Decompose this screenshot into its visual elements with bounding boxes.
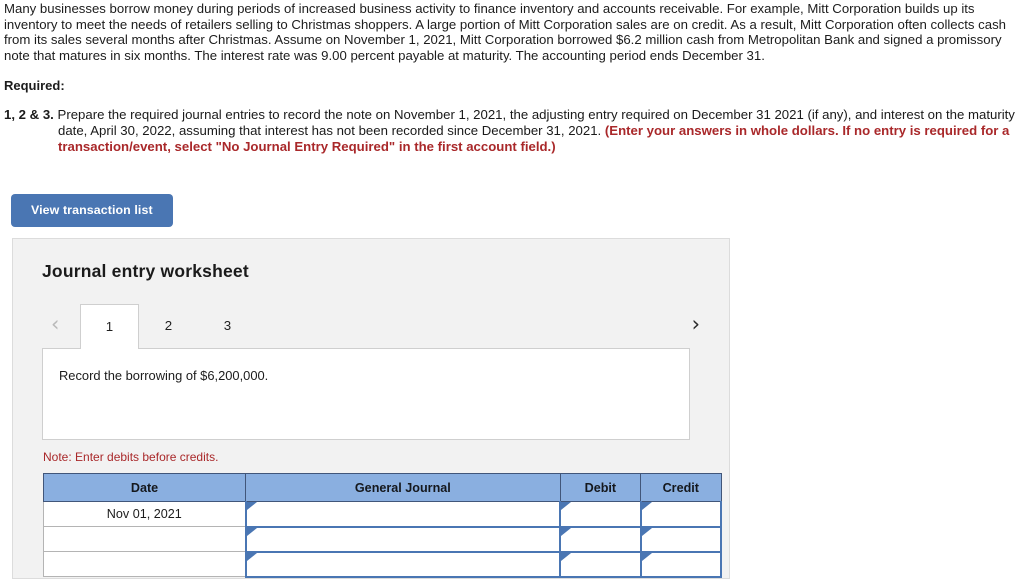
credit-input[interactable] (639, 551, 723, 578)
problem-narrative: Many businesses borrow money during peri… (4, 1, 1007, 63)
column-header-general-journal: General Journal (245, 473, 561, 502)
table-row (42, 526, 723, 553)
credit-input[interactable] (639, 526, 723, 553)
date-cell (42, 526, 247, 552)
chevron-left-icon[interactable]: ‹ (51, 314, 59, 335)
column-header-debit: Debit (559, 473, 642, 502)
view-transaction-list-button[interactable]: View transaction list (11, 193, 173, 227)
debit-input[interactable] (559, 526, 642, 553)
toolbar: View transaction list (0, 193, 1024, 227)
chevron-right-icon[interactable]: › (692, 314, 700, 335)
instruction-box: Record the borrowing of $6,200,000. (42, 348, 690, 440)
tab-entry-2[interactable]: 2 (139, 304, 198, 348)
required-label: Required: (4, 78, 65, 94)
worksheet-tab-strip: ‹ 1 2 3 › (13, 304, 729, 349)
general-journal-input[interactable] (244, 501, 562, 528)
journal-entry-table: Date General Journal Debit Credit Nov 01… (42, 473, 723, 578)
table-row (42, 551, 723, 578)
table-row: Nov 01, 2021 (42, 501, 723, 528)
debit-input[interactable] (559, 501, 642, 528)
debits-before-credits-note: Note: Enter debits before credits. (43, 450, 219, 464)
date-cell: Nov 01, 2021 (42, 501, 247, 527)
tab-entry-1[interactable]: 1 (80, 304, 139, 349)
credit-input[interactable] (639, 501, 723, 528)
general-journal-input[interactable] (244, 551, 562, 578)
table-header-row: Date General Journal Debit Credit (42, 473, 722, 502)
required-item-number: 1, 2 & 3. (4, 107, 54, 123)
journal-entry-worksheet-panel: Journal entry worksheet ‹ 1 2 3 › Record… (12, 238, 730, 579)
required-item: 1, 2 & 3. Prepare the required journal e… (4, 107, 1024, 154)
column-header-credit: Credit (640, 473, 722, 502)
tab-entry-3[interactable]: 3 (198, 304, 257, 348)
debit-input[interactable] (559, 551, 642, 578)
instruction-text: Record the borrowing of $6,200,000. (59, 368, 269, 383)
column-header-date: Date (42, 473, 247, 502)
general-journal-input[interactable] (244, 526, 562, 553)
date-cell (42, 551, 247, 577)
worksheet-title: Journal entry worksheet (42, 261, 249, 281)
worksheet-tab-list: 1 2 3 (80, 304, 257, 349)
